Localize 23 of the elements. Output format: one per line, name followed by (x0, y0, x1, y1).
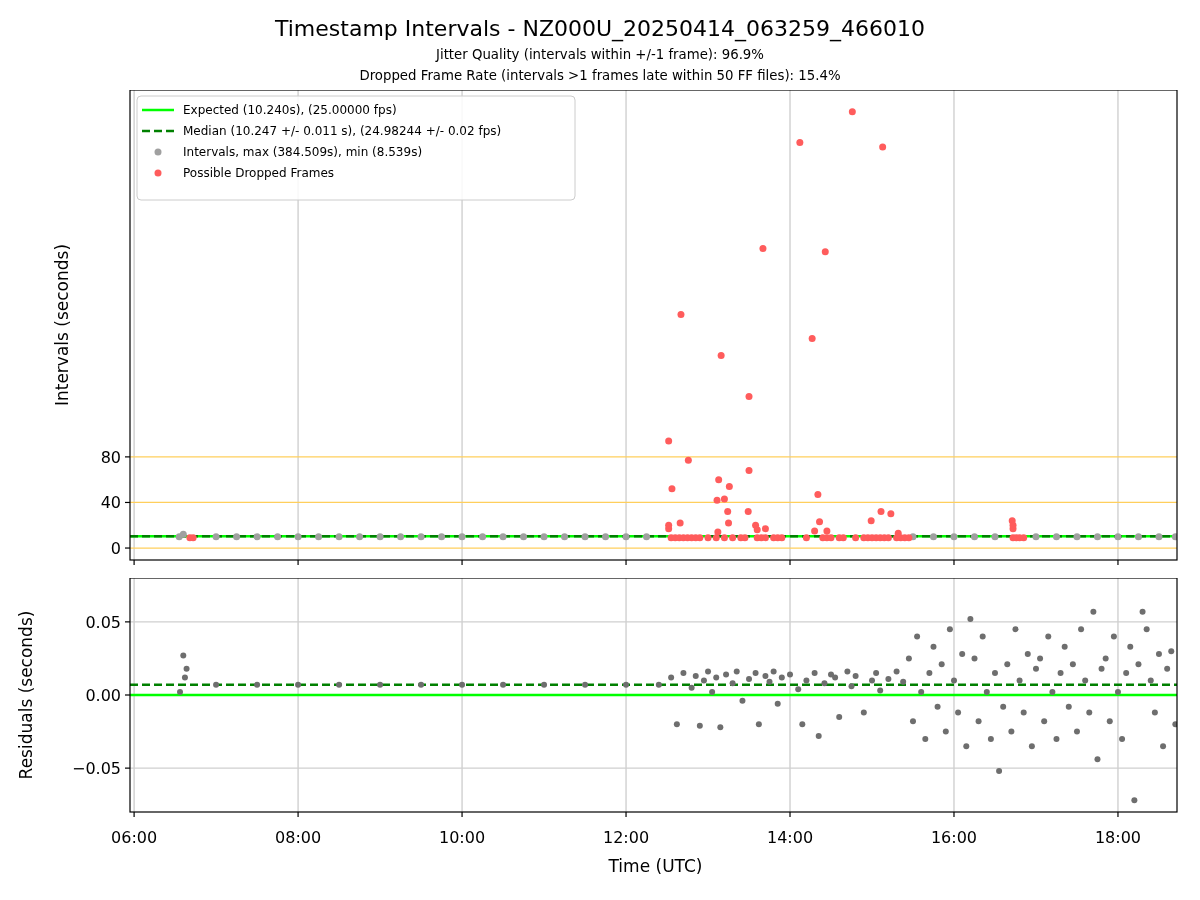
chart-title: Timestamp Intervals - NZ000U_20250414_063259_466010 (275, 15, 925, 44)
tick-label: 06:00 (111, 828, 158, 847)
tick-label: 0.05 (85, 612, 121, 632)
chart-subtitle: Dropped Frame Rate (intervals >1 frames late within 50 FF files): 15.4% (359, 67, 841, 85)
tick-label: 12:00 (603, 828, 650, 847)
chart-subtitle: Jitter Quality (intervals within +/-1 frame): 96.9% (436, 46, 764, 64)
legend-label: Intervals, max (384.509s), min (8.539s) (183, 145, 423, 159)
tick-label: 16:00 (930, 828, 978, 847)
tick-label: 0 (110, 539, 121, 559)
axis-label: Time (UTC) (608, 856, 703, 876)
axis-label: Residuals (seconds) (16, 610, 36, 780)
legend-label: Possible Dropped Frames (183, 166, 335, 180)
legend-label: Median (10.247 +/- 0.011 s), (24.98244 +/- 0.02 fps) (183, 124, 502, 138)
tick-label: −0.05 (71, 759, 121, 779)
tick-label: 40 (100, 493, 121, 513)
tick-label: 80 (100, 447, 121, 467)
axis-label: Intervals (seconds) (52, 243, 72, 407)
tick-label: 08:00 (275, 828, 322, 847)
tick-label: 0.00 (85, 686, 121, 705)
tick-label: 10:00 (439, 828, 486, 847)
tick-label: 14:00 (766, 828, 814, 847)
legend-label: Expected (10.240s), (25.00000 fps) (183, 103, 397, 117)
tick-label: 18:00 (1094, 828, 1141, 847)
